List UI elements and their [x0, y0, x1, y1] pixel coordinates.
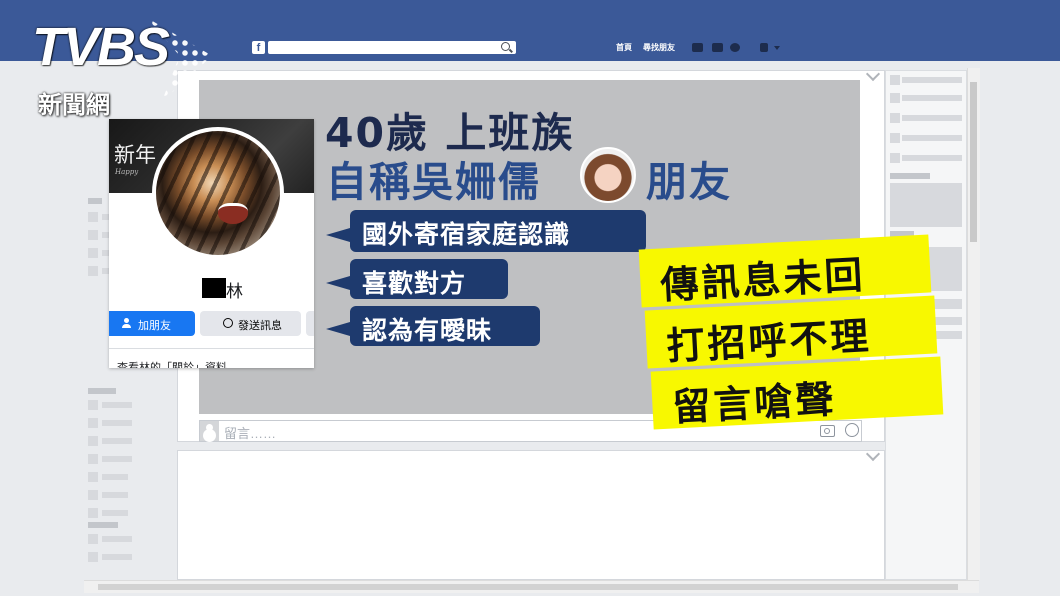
add-friend-icon: [122, 318, 132, 328]
profile-name[interactable]: 林: [226, 277, 243, 302]
nav-find-friends-link[interactable]: 尋找朋友: [643, 42, 675, 53]
speech-bubble-3: 認為有曖昧: [350, 306, 540, 346]
bubble-tail: [326, 322, 350, 336]
name-censor-bar: [202, 278, 226, 298]
comment-placeholder: 留言……: [224, 426, 277, 441]
chevron-down-icon[interactable]: [774, 46, 780, 50]
friends-icon[interactable]: [692, 43, 703, 52]
celebrity-photo: [580, 147, 636, 203]
divider: [109, 348, 314, 349]
user-avatar-icon: [200, 421, 219, 441]
nav-home-link[interactable]: 首頁: [616, 42, 632, 53]
tvbs-logo-subtitle: 新聞網: [38, 91, 110, 119]
cover-text: 新年: [114, 143, 156, 167]
chevron-down-icon[interactable]: [865, 446, 881, 462]
tiger-mouth: [218, 203, 248, 224]
cover-subtext: Happy: [115, 168, 139, 176]
facebook-logo-icon[interactable]: f: [252, 41, 265, 54]
speech-bubble-2: 喜歡對方: [350, 259, 508, 299]
messages-icon[interactable]: [712, 43, 723, 52]
bubble-text: 喜歡對方: [362, 269, 467, 298]
scrollbar-thumb[interactable]: [970, 82, 977, 242]
search-input[interactable]: [268, 41, 516, 54]
camera-icon[interactable]: [820, 425, 835, 437]
more-options-button[interactable]: [306, 311, 314, 336]
globe-icon[interactable]: [730, 43, 740, 52]
headline-line-2a: 自稱吳姍儒: [326, 158, 541, 206]
chevron-down-icon[interactable]: [865, 66, 881, 82]
headline-line-2b: 朋友: [646, 158, 732, 206]
horizontal-scrollbar[interactable]: [84, 580, 979, 593]
send-message-label: 發送訊息: [238, 320, 282, 332]
sticker-text: 留言嗆聲: [671, 376, 838, 430]
add-friend-button[interactable]: 加朋友: [109, 311, 195, 336]
bubble-text: 認為有曖昧: [362, 316, 493, 345]
vertical-scrollbar[interactable]: [967, 68, 980, 580]
speech-bubble-1: 國外寄宿家庭認識: [350, 210, 646, 252]
add-friend-label: 加朋友: [138, 320, 171, 332]
news-feed-post-2: [177, 446, 885, 580]
about-link[interactable]: 查看林的「關於」資料: [117, 359, 227, 368]
send-message-button[interactable]: 發送訊息: [200, 311, 301, 336]
profile-card: 新年 Happy 林 加朋友 發送訊息 查看林的「關於」資料: [109, 119, 314, 368]
tvbs-logo: TVBS: [32, 17, 170, 77]
messenger-icon: [223, 318, 233, 328]
settings-icon[interactable]: [760, 43, 768, 52]
search-icon[interactable]: [501, 42, 510, 51]
tiger-image: [156, 131, 280, 255]
bubble-text: 國外寄宿家庭認識: [362, 220, 571, 249]
smiley-icon[interactable]: [845, 423, 859, 437]
profile-avatar[interactable]: [152, 127, 284, 259]
bubble-tail: [326, 276, 350, 290]
bubble-tail: [326, 228, 350, 242]
scrollbar-thumb-horizontal[interactable]: [98, 584, 958, 590]
